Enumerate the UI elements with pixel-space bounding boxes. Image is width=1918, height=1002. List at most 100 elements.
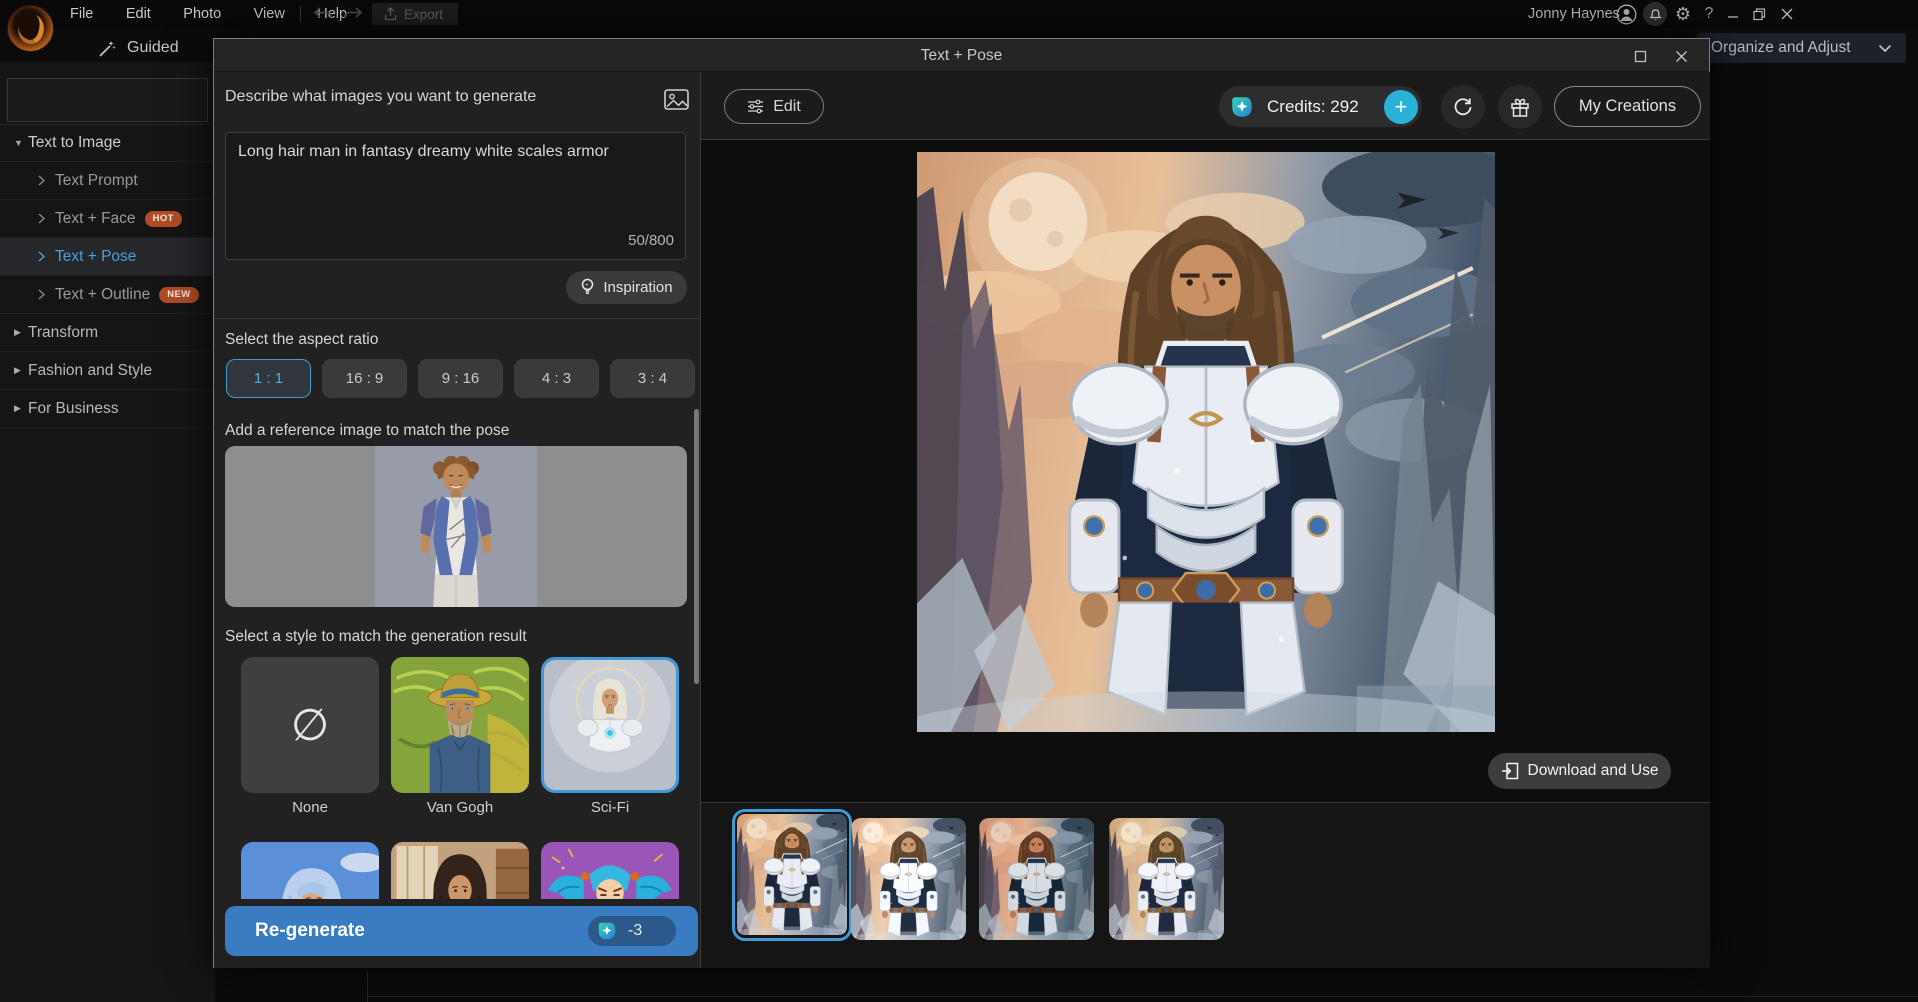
sidebar-item-fashion-style[interactable]: ▶ Fashion and Style [0, 352, 215, 390]
style-option-sci-fi[interactable] [541, 657, 679, 793]
pose-reference-label: Add a reference image to match the pose [225, 422, 509, 440]
sidebar-item-text-to-image[interactable]: ▼ Text to Image [0, 124, 215, 162]
sidebar-item-text-outline[interactable]: Text + Outline NEW [0, 276, 215, 314]
sidebar-item-text-pose[interactable]: Text + Pose [0, 238, 215, 276]
download-and-use-button[interactable]: Download and Use [1488, 753, 1671, 789]
mode-selector-label: Organize and Adjust [1711, 39, 1851, 57]
hot-badge: HOT [145, 211, 182, 227]
aspect-option-3-4[interactable]: 3 : 4 [610, 359, 695, 398]
menu-view[interactable]: View [240, 0, 299, 28]
sidebar-header-box [7, 78, 208, 122]
credits-display: Credits: 292 + [1219, 86, 1422, 127]
regenerate-label: Re-generate [255, 920, 365, 942]
gift-button[interactable] [1498, 85, 1542, 129]
regenerate-button[interactable]: Re-generate -3 [225, 906, 698, 956]
notifications-bell-icon[interactable] [1643, 2, 1667, 26]
pose-reference-photo [375, 446, 537, 607]
result-thumbnails-strip [701, 803, 1710, 968]
style-caption-sci-fi: Sci-Fi [541, 799, 679, 816]
chevron-right-icon [38, 213, 45, 224]
dialog-close-icon[interactable] [1670, 45, 1692, 67]
style-option-van-gogh[interactable] [391, 657, 529, 793]
credit-gem-icon [1229, 94, 1255, 120]
divider [214, 318, 701, 319]
sidebar-item-label: Text Prompt [55, 172, 138, 190]
lightbulb-icon [580, 278, 595, 297]
wand-icon [98, 39, 117, 58]
refresh-button[interactable] [1441, 85, 1485, 129]
background-divider [367, 970, 368, 1002]
style-option-none[interactable]: ∅ [241, 657, 379, 793]
close-window-icon[interactable] [1776, 3, 1798, 25]
menu-file[interactable]: File [56, 0, 107, 28]
edit-button[interactable]: Edit [724, 89, 824, 124]
character-counter: 50/800 [599, 232, 674, 249]
text-pose-dialog: Text + Pose Describe what images you wan… [213, 38, 1710, 968]
regenerate-cost: -3 [628, 922, 642, 940]
none-style-icon: ∅ [241, 657, 379, 793]
sidebar-item-label: Fashion and Style [28, 362, 152, 380]
aspect-option-4-3[interactable]: 4 : 3 [514, 359, 599, 398]
chevron-down-icon [1878, 44, 1892, 53]
minimize-icon[interactable] [1722, 3, 1744, 25]
chevron-right-icon [38, 251, 45, 262]
settings-gear-icon[interactable]: ⚙ [1672, 3, 1694, 25]
redo-icon[interactable] [342, 5, 366, 23]
aspect-option-16-9[interactable]: 16 : 9 [322, 359, 407, 398]
user-avatar-icon[interactable] [1615, 3, 1637, 25]
triangle-down-icon: ▼ [14, 138, 28, 148]
aspect-ratio-label: Select the aspect ratio [225, 331, 378, 349]
sidebar: ▼ Text to Image Text Prompt Text + Face … [0, 62, 215, 1002]
gift-icon [1510, 97, 1530, 118]
aspect-option-1-1[interactable]: 1 : 1 [226, 359, 311, 398]
mode-selector-dropdown[interactable]: Organize and Adjust [1697, 33, 1906, 63]
panel-scrollbar[interactable] [694, 409, 699, 684]
menu-edit[interactable]: Edit [112, 0, 165, 28]
credit-cost-pill: -3 [588, 916, 676, 946]
guided-label: Guided [127, 39, 179, 57]
dialog-maximize-icon[interactable] [1629, 45, 1651, 67]
sidebar-item-text-face[interactable]: Text + Face HOT [0, 200, 215, 238]
background-divider [368, 996, 1918, 997]
dialog-titlebar[interactable]: Text + Pose [214, 39, 1709, 72]
user-name[interactable]: Jonny Haynes [1528, 0, 1620, 28]
regenerate-bar: Re-generate -3 [214, 899, 701, 968]
style-label: Select a style to match the generation r… [225, 628, 527, 646]
result-thumbnail-2[interactable] [851, 818, 966, 940]
triangle-right-icon: ▶ [14, 327, 28, 338]
sidebar-item-transform[interactable]: ▶ Transform [0, 314, 215, 352]
style-caption-van-gogh: Van Gogh [391, 799, 529, 816]
style-caption-none: None [241, 799, 379, 816]
generation-settings-panel: Describe what images you want to generat… [214, 72, 701, 968]
export-icon [384, 7, 397, 21]
app-logo-icon [7, 5, 54, 52]
add-credits-button[interactable]: + [1384, 90, 1418, 124]
sidebar-item-label: Text + Pose [55, 248, 136, 266]
guided-button[interactable]: Guided [98, 34, 179, 62]
menu-photo[interactable]: Photo [169, 0, 235, 28]
edit-label: Edit [773, 98, 801, 116]
result-thumbnail-3[interactable] [979, 818, 1094, 940]
inspiration-label: Inspiration [603, 279, 672, 296]
add-image-icon[interactable] [663, 86, 690, 113]
triangle-right-icon: ▶ [14, 365, 28, 376]
inspiration-button[interactable]: Inspiration [566, 271, 687, 304]
help-icon[interactable]: ? [1698, 3, 1720, 25]
sliders-icon [747, 99, 764, 114]
sidebar-item-text-prompt[interactable]: Text Prompt [0, 162, 215, 200]
generated-image[interactable] [917, 152, 1495, 732]
credit-gem-icon [596, 920, 618, 942]
pose-reference-image[interactable] [225, 446, 687, 607]
result-thumbnail-4[interactable] [1109, 818, 1224, 940]
prompt-label: Describe what images you want to generat… [225, 88, 536, 106]
credits-label: Credits: 292 [1267, 97, 1359, 117]
aspect-option-9-16[interactable]: 9 : 16 [418, 359, 503, 398]
my-creations-label: My Creations [1579, 97, 1676, 116]
restore-window-icon[interactable] [1748, 3, 1770, 25]
result-thumbnail-1-selected[interactable] [732, 809, 852, 941]
export-button[interactable]: Export [372, 3, 458, 25]
undo-icon[interactable] [312, 5, 336, 23]
my-creations-button[interactable]: My Creations [1554, 86, 1701, 127]
chevron-right-icon [38, 175, 45, 186]
sidebar-item-for-business[interactable]: ▶ For Business [0, 390, 215, 428]
